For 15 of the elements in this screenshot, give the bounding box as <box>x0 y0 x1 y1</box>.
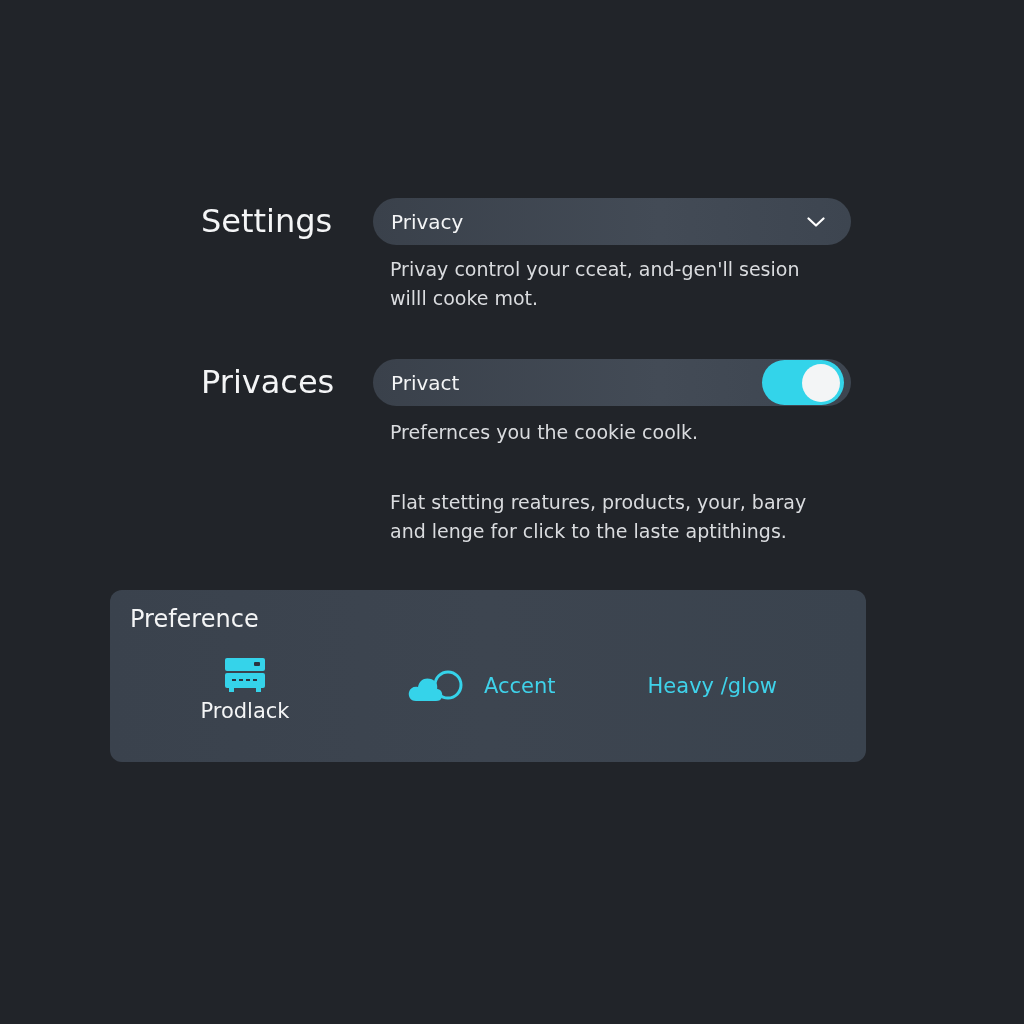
toggle-switch[interactable] <box>762 360 844 405</box>
option-label[interactable]: Prodlack <box>200 699 290 723</box>
chevron-down-icon <box>807 216 825 227</box>
setting-description: Prefernces you the cookie coolk. <box>390 420 700 445</box>
setting-description: Privay control your cceat, and-gen'll sesion willl cooke mot. <box>390 257 801 311</box>
setting-title: Privaces <box>201 362 336 403</box>
option-label[interactable]: Accent <box>484 673 556 698</box>
preference-title: Preference <box>130 604 260 635</box>
option-label[interactable]: Heavy /glow <box>647 673 777 698</box>
cloud-icon <box>408 669 464 702</box>
setting-bar-label: Privact <box>391 370 460 395</box>
setting-description: Flat stetting reatures, products, your, baray and lenge for click to the laste aptithings. <box>390 490 808 544</box>
setting-title: Settings <box>201 201 334 242</box>
server-icon <box>225 658 265 692</box>
privacy-dropdown[interactable]: Privacy <box>373 198 851 245</box>
